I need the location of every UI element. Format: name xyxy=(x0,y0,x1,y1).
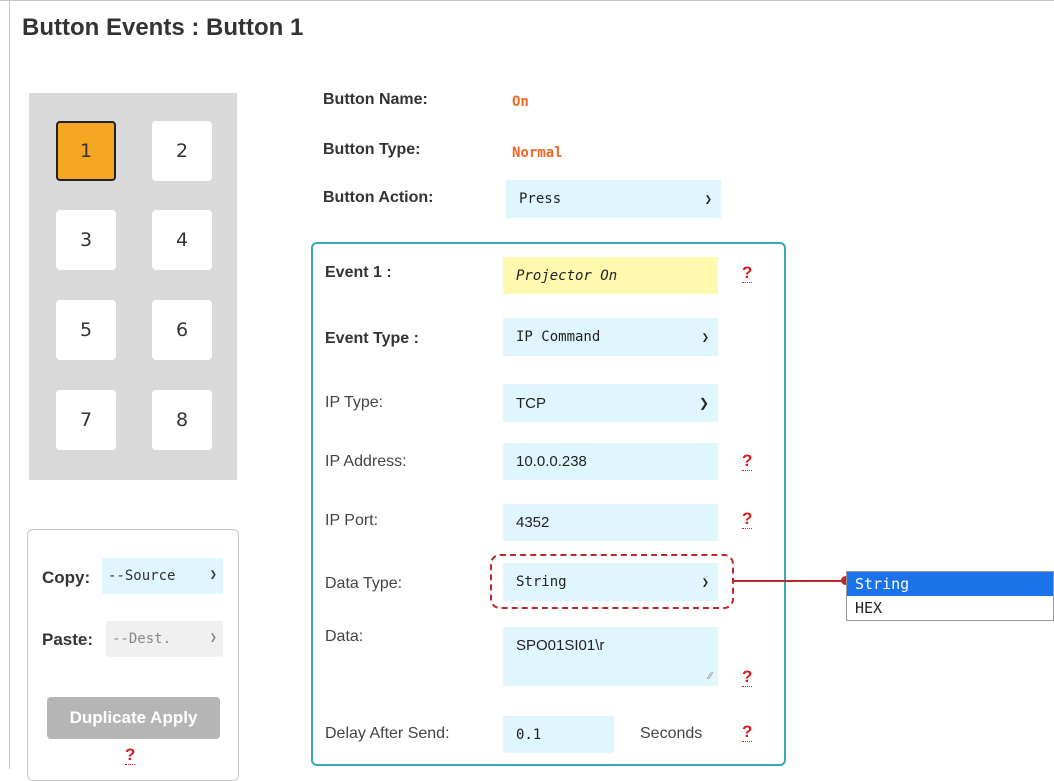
button-name-value: On xyxy=(512,94,529,110)
paste-dest-value: --Dest. xyxy=(112,631,172,647)
resize-grip-icon[interactable]: ∕∕ xyxy=(709,671,712,682)
duplicate-apply-button[interactable]: Duplicate Apply xyxy=(47,697,220,739)
data-type-dropdown-list: String HEX xyxy=(846,571,1054,621)
data-value: SPO01SI01\r xyxy=(516,637,605,654)
button-name-label: Button Name: xyxy=(323,91,428,108)
dropdown-option-string[interactable]: String xyxy=(847,572,1053,596)
seconds-label: Seconds xyxy=(640,725,703,742)
chevron-down-icon: ❯ xyxy=(704,192,712,206)
delay-label: Delay After Send: xyxy=(325,725,450,742)
question-mark-icon[interactable]: ? xyxy=(742,723,753,742)
button-action-value: Press xyxy=(519,191,562,207)
copy-label: Copy: xyxy=(42,568,91,587)
page-title: Button Events : Button 1 xyxy=(22,14,304,41)
grid-button-3[interactable]: 3 xyxy=(56,210,116,270)
chevron-down-icon: ❯ xyxy=(209,630,217,644)
ip-type-value: TCP xyxy=(516,394,546,412)
data-type-value: String xyxy=(516,574,567,590)
copy-source-select[interactable]: --Source ❯ xyxy=(102,558,223,594)
question-mark-icon[interactable]: ? xyxy=(742,668,753,687)
grid-button-5[interactable]: 5 xyxy=(56,300,116,360)
grid-button-1[interactable]: 1 xyxy=(56,121,116,181)
ip-address-label: IP Address: xyxy=(325,453,407,470)
event-type-value: IP Command xyxy=(516,329,601,345)
chevron-down-icon: ❯ xyxy=(701,330,709,344)
data-textarea[interactable]: SPO01SI01\r ∕∕ xyxy=(503,627,718,686)
paste-dest-select[interactable]: --Dest. ❯ xyxy=(106,621,223,657)
question-mark-icon[interactable]: ? xyxy=(742,452,753,471)
event-type-select[interactable]: IP Command ❯ xyxy=(503,318,718,356)
chevron-down-icon: ❯ xyxy=(701,575,709,589)
event-name-input[interactable]: Projector On xyxy=(503,257,718,294)
dropdown-option-hex[interactable]: HEX xyxy=(847,596,1053,620)
grid-button-6[interactable]: 6 xyxy=(152,300,212,360)
chevron-down-icon: ❯ xyxy=(209,567,217,581)
data-label: Data: xyxy=(325,628,364,645)
grid-button-8[interactable]: 8 xyxy=(152,390,212,450)
grid-button-4[interactable]: 4 xyxy=(152,210,212,270)
button-type-label: Button Type: xyxy=(323,141,421,158)
event-type-label: Event Type : xyxy=(325,330,419,347)
delay-input[interactable]: 0.1 xyxy=(503,716,614,753)
copy-paste-panel: Copy: --Source ❯ Paste: --Dest. ❯ Duplic… xyxy=(27,529,239,781)
ip-port-input[interactable]: 4352 xyxy=(503,504,718,541)
paste-label: Paste: xyxy=(42,630,94,649)
event-label: Event 1 : xyxy=(325,264,392,281)
question-mark-icon[interactable]: ? xyxy=(742,264,753,283)
data-type-label: Data Type: xyxy=(325,575,403,592)
ip-type-label: IP Type: xyxy=(325,394,384,411)
question-mark-icon[interactable]: ? xyxy=(742,510,753,529)
data-type-select[interactable]: String ❯ xyxy=(503,563,718,601)
button-grid-panel: 1 2 3 4 5 6 7 8 xyxy=(29,93,237,480)
grid-button-7[interactable]: 7 xyxy=(56,390,116,450)
top-border xyxy=(0,0,1054,9)
button-action-select[interactable]: Press ❯ xyxy=(506,180,721,218)
grid-button-2[interactable]: 2 xyxy=(152,121,212,181)
question-mark-icon[interactable]: ? xyxy=(125,746,136,765)
copy-source-value: --Source xyxy=(108,568,176,584)
chevron-down-icon: ❯ xyxy=(698,396,709,410)
button-action-label: Button Action: xyxy=(323,189,434,206)
button-type-value: Normal xyxy=(512,145,563,161)
ip-type-select[interactable]: TCP ❯ xyxy=(503,384,718,422)
ip-port-label: IP Port: xyxy=(325,512,379,529)
annotation-connector xyxy=(734,580,844,582)
ip-address-input[interactable]: 10.0.0.238 xyxy=(503,443,718,480)
left-border xyxy=(9,0,10,769)
